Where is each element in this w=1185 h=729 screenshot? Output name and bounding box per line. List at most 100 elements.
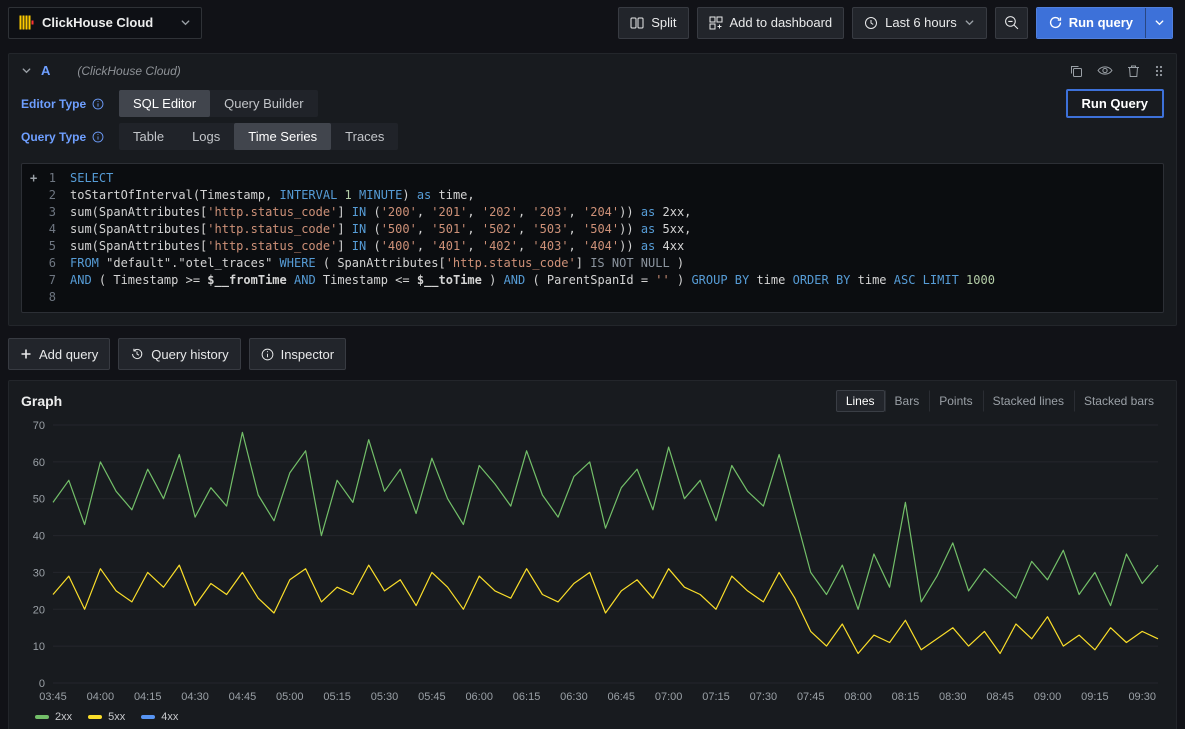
chevron-down-icon <box>180 17 191 28</box>
add-to-dashboard-icon <box>709 16 723 30</box>
graph-mode-bars[interactable]: Bars <box>885 390 930 412</box>
legend-item-4xx[interactable]: 4xx <box>141 711 178 723</box>
graph-modes: LinesBarsPointsStacked linesStacked bars <box>836 390 1164 412</box>
explore-footer-actions: Add query Query history Inspector <box>8 338 1177 370</box>
svg-text:05:00: 05:00 <box>276 691 304 703</box>
svg-text:50: 50 <box>33 494 45 506</box>
code-gutter: 7 <box>22 272 70 289</box>
svg-text:05:30: 05:30 <box>371 691 399 703</box>
history-icon <box>130 347 144 361</box>
query-editor-panel: A (ClickHouse Cloud) Editor Type SQL Edi… <box>8 53 1177 326</box>
add-line-icon[interactable]: + <box>30 170 37 187</box>
query-row-header[interactable]: A (ClickHouse Cloud) <box>9 54 1176 84</box>
chevron-down-icon <box>1154 17 1165 28</box>
svg-text:07:00: 07:00 <box>655 691 683 703</box>
code-line: 3sum(SpanAttributes['http.status_code'] … <box>22 204 1163 221</box>
add-query-label: Add query <box>39 347 98 362</box>
inspector-label: Inspector <box>281 347 334 362</box>
svg-text:05:45: 05:45 <box>418 691 446 703</box>
legend-swatch <box>88 715 102 719</box>
legend-swatch <box>35 715 49 719</box>
svg-text:04:15: 04:15 <box>134 691 162 703</box>
query-type-logs[interactable]: Logs <box>178 123 234 150</box>
chart-svg: 01020304050607003:4504:0004:1504:3004:45… <box>21 415 1164 707</box>
split-button[interactable]: Split <box>618 7 688 39</box>
code-gutter: +1 <box>22 170 70 187</box>
code-gutter: 4 <box>22 221 70 238</box>
code-line: 7AND ( Timestamp >= $__fromTime AND Time… <box>22 272 1163 289</box>
svg-text:30: 30 <box>33 567 45 579</box>
editor-type-label: Editor Type <box>21 97 86 111</box>
query-type-traces[interactable]: Traces <box>331 123 398 150</box>
graph-header: Graph LinesBarsPointsStacked linesStacke… <box>21 389 1164 413</box>
info-icon[interactable] <box>92 98 104 110</box>
legend-label: 5xx <box>108 711 125 723</box>
query-type-table[interactable]: Table <box>119 123 178 150</box>
top-toolbar: ClickHouse Cloud Split Add to dashboard … <box>0 0 1185 45</box>
split-icon <box>630 16 644 30</box>
graph-mode-points[interactable]: Points <box>929 390 982 412</box>
add-to-dashboard-button[interactable]: Add to dashboard <box>697 7 845 39</box>
trash-icon[interactable] <box>1127 64 1140 78</box>
legend-swatch <box>141 715 155 719</box>
graph-mode-stacked-bars[interactable]: Stacked bars <box>1074 390 1164 412</box>
svg-text:06:30: 06:30 <box>560 691 588 703</box>
drag-handle-icon[interactable] <box>1154 64 1164 78</box>
legend-label: 4xx <box>161 711 178 723</box>
run-query-dropdown[interactable] <box>1145 8 1172 38</box>
sql-editor[interactable]: +1SELECT2toStartOfInterval(Timestamp, IN… <box>21 163 1164 313</box>
query-type-label-wrap: Query Type <box>21 130 107 144</box>
svg-text:08:15: 08:15 <box>892 691 920 703</box>
code-gutter: 8 <box>22 289 70 306</box>
code-line: 4sum(SpanAttributes['http.status_code'] … <box>22 221 1163 238</box>
code-gutter: 6 <box>22 255 70 272</box>
collapse-chevron-icon[interactable] <box>21 65 32 76</box>
eye-icon[interactable] <box>1097 64 1113 77</box>
run-query-main[interactable]: Run query <box>1037 8 1145 38</box>
time-range-picker[interactable]: Last 6 hours <box>852 7 987 39</box>
code-line: 5sum(SpanAttributes['http.status_code'] … <box>22 238 1163 255</box>
code-gutter: 3 <box>22 204 70 221</box>
code-line: +1SELECT <box>22 170 1163 187</box>
split-label: Split <box>651 15 676 30</box>
inspector-button[interactable]: Inspector <box>249 338 346 370</box>
editor-type-label-wrap: Editor Type <box>21 97 107 111</box>
run-query-button[interactable]: Run Query <box>1066 89 1164 118</box>
graph-mode-lines[interactable]: Lines <box>836 390 885 412</box>
copy-icon[interactable] <box>1069 64 1083 78</box>
svg-text:40: 40 <box>33 531 45 543</box>
svg-text:07:45: 07:45 <box>797 691 825 703</box>
svg-text:07:15: 07:15 <box>702 691 730 703</box>
code-gutter: 2 <box>22 187 70 204</box>
datasource-picker[interactable]: ClickHouse Cloud <box>8 7 202 39</box>
editor-type-group: SQL EditorQuery Builder <box>119 90 318 117</box>
svg-text:07:30: 07:30 <box>750 691 778 703</box>
legend-item-5xx[interactable]: 5xx <box>88 711 125 723</box>
editor-type-row: Editor Type SQL EditorQuery Builder Run … <box>9 84 1176 123</box>
chevron-down-icon <box>964 17 975 28</box>
query-history-button[interactable]: Query history <box>118 338 240 370</box>
code-line: 2toStartOfInterval(Timestamp, INTERVAL 1… <box>22 187 1163 204</box>
svg-text:06:15: 06:15 <box>513 691 541 703</box>
add-query-button[interactable]: Add query <box>8 338 110 370</box>
zoom-out-button[interactable] <box>995 7 1028 39</box>
run-query-split-button[interactable]: Run query <box>1036 7 1173 39</box>
query-type-time-series[interactable]: Time Series <box>234 123 331 150</box>
svg-text:03:45: 03:45 <box>39 691 67 703</box>
info-icon[interactable] <box>92 131 104 143</box>
graph-panel: Graph LinesBarsPointsStacked linesStacke… <box>8 380 1177 729</box>
legend-item-2xx[interactable]: 2xx <box>35 711 72 723</box>
svg-text:06:45: 06:45 <box>608 691 636 703</box>
zoom-out-icon <box>1004 15 1019 30</box>
plus-icon <box>20 348 32 360</box>
editor-type-query-builder[interactable]: Query Builder <box>210 90 317 117</box>
svg-text:09:00: 09:00 <box>1034 691 1062 703</box>
svg-text:10: 10 <box>33 641 45 653</box>
editor-type-sql-editor[interactable]: SQL Editor <box>119 90 210 117</box>
legend-label: 2xx <box>55 711 72 723</box>
run-query-label: Run query <box>1069 15 1133 30</box>
chart-canvas[interactable]: 01020304050607003:4504:0004:1504:3004:45… <box>21 415 1164 707</box>
query-type-group: TableLogsTime SeriesTraces <box>119 123 398 150</box>
svg-text:70: 70 <box>33 420 45 432</box>
graph-mode-stacked-lines[interactable]: Stacked lines <box>983 390 1074 412</box>
